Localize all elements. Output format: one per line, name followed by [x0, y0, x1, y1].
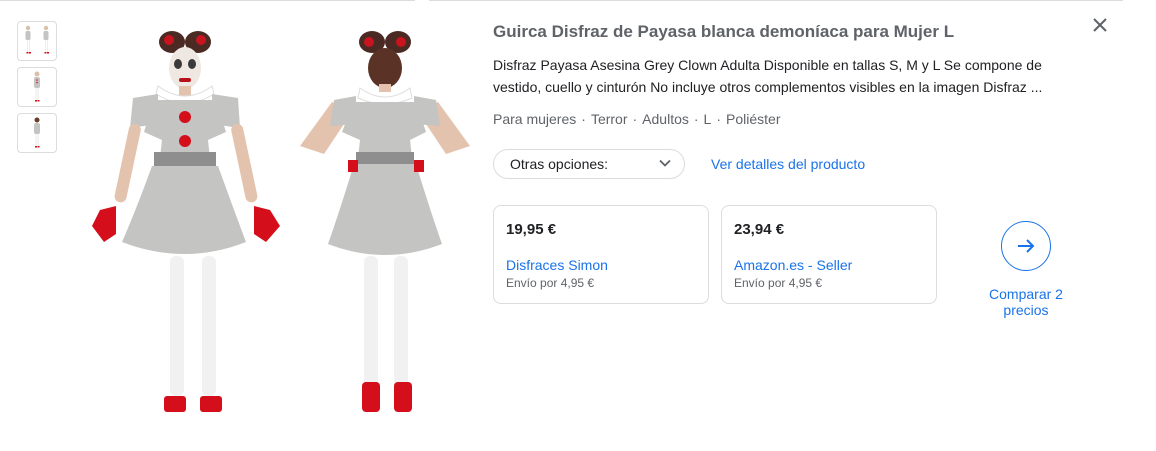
thumbnail-front-back[interactable]: [17, 21, 57, 61]
costume-back-figure: [300, 31, 470, 412]
top-divider-left: [0, 0, 415, 1]
attribute-material: Poliéster: [726, 111, 781, 127]
offer-shipping: Envío por 4,95 €: [734, 276, 823, 290]
other-options-label: Otras opciones:: [510, 156, 609, 172]
top-divider-right: [429, 0, 1123, 1]
product-image[interactable]: [76, 20, 476, 420]
offer-price: 23,94 €: [734, 221, 785, 238]
thumbnail-front[interactable]: [17, 67, 57, 107]
attribute-theme: Terror: [590, 111, 628, 127]
arrow-right-icon: [1018, 239, 1035, 253]
view-product-details-link[interactable]: Ver detalles del producto: [711, 156, 865, 172]
attribute-separator: ·: [632, 111, 638, 127]
thumbnail-back[interactable]: [17, 113, 57, 153]
product-attributes: Para mujeres · Terror · Adultos · L · Poliéster: [493, 111, 780, 127]
close-icon: [1093, 18, 1107, 32]
offer-card[interactable]: 23,94 € Amazon.es - Seller Envío por 4,9…: [721, 205, 937, 304]
attribute-age-group: Adultos: [642, 111, 689, 127]
close-button[interactable]: [1088, 16, 1112, 40]
offer-store-link[interactable]: Amazon.es - Seller: [734, 257, 924, 273]
product-title: Guirca Disfraz de Payasa blanca demoníac…: [493, 22, 955, 41]
product-description: Disfraz Payasa Asesina Grey Clown Adulta…: [493, 57, 1043, 95]
thumbnail-strip: [17, 21, 57, 159]
offer-price: 19,95 €: [506, 221, 557, 238]
offer-store-link[interactable]: Disfraces Simon: [506, 257, 696, 273]
product-details: Guirca Disfraz de Payasa blanca demoníac…: [493, 22, 1133, 318]
other-options-dropdown[interactable]: Otras opciones:: [493, 149, 685, 179]
compare-prices-label[interactable]: Comparar 2 precios: [966, 286, 1086, 318]
attribute-gender: Para mujeres: [493, 111, 577, 127]
attribute-separator: ·: [716, 111, 722, 127]
attribute-separator: ·: [693, 111, 699, 127]
attribute-separator: ·: [581, 111, 586, 127]
offer-card[interactable]: 19,95 € Disfraces Simon Envío por 4,95 €: [493, 205, 709, 304]
costume-front-figure: [92, 31, 280, 412]
offer-shipping: Envío por 4,95 €: [506, 276, 595, 290]
chevron-down-icon: [658, 156, 672, 173]
compare-prices-button[interactable]: [1001, 221, 1051, 271]
